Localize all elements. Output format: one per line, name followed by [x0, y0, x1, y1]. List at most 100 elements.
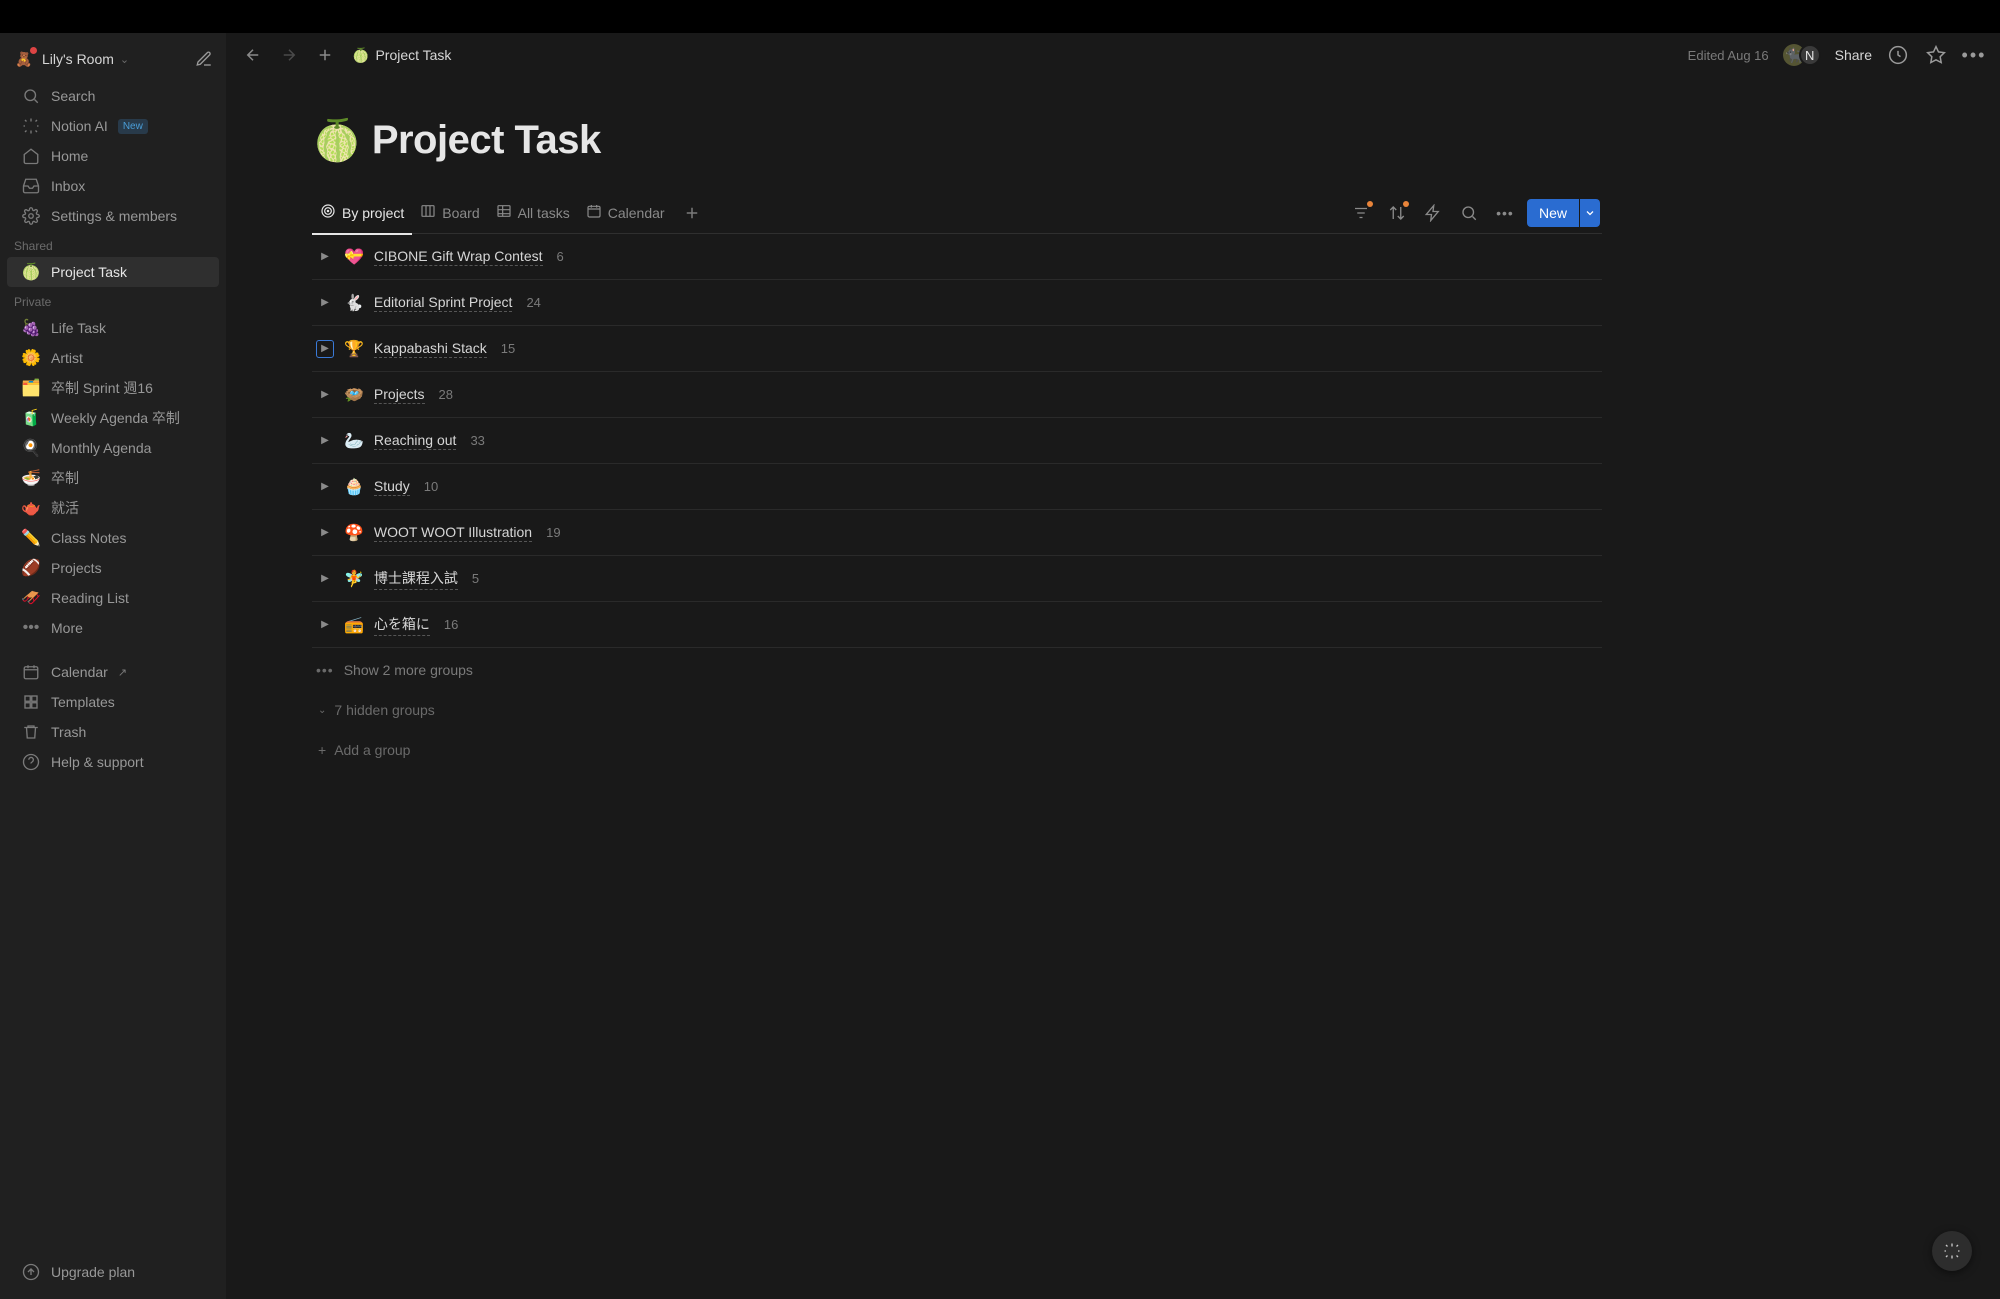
ai-fab-button[interactable] [1932, 1231, 1972, 1271]
sidebar-item-page[interactable]: 🏈Projects [7, 553, 219, 583]
sidebar-item-page[interactable]: 🧃Weekly Agenda 卒制 [7, 403, 219, 433]
sparkle-icon [21, 116, 41, 136]
chevron-down-icon: ⌄ [120, 53, 129, 66]
sidebar-item-page[interactable]: 🗂️卒制 Sprint 週16 [7, 373, 219, 403]
page-emoji-icon: 🛷 [21, 588, 41, 608]
share-button[interactable]: Share [1835, 47, 1872, 63]
filter-icon[interactable] [1347, 199, 1375, 227]
hidden-groups-label: 7 hidden groups [334, 702, 434, 718]
add-group-button[interactable]: + Add a group [312, 728, 1602, 768]
group-emoji-icon: 🍄 [344, 523, 364, 543]
sidebar-item-page[interactable]: 🌼Artist [7, 343, 219, 373]
sidebar-item-page[interactable]: 🍜卒制 [7, 463, 219, 493]
group-emoji-icon: 🪺 [344, 385, 364, 405]
tab-board[interactable]: Board [412, 192, 487, 234]
sidebar-item-page[interactable]: 🍇Life Task [7, 313, 219, 343]
search-icon[interactable] [1455, 199, 1483, 227]
group-row: ▶🧁Study10 [312, 464, 1602, 510]
upgrade-button[interactable]: Upgrade plan [7, 1257, 219, 1287]
group-name[interactable]: Editorial Sprint Project [374, 294, 513, 312]
group-count: 5 [472, 571, 479, 586]
more-icon[interactable]: ••• [1491, 199, 1519, 227]
star-icon[interactable] [1924, 43, 1948, 67]
group-toggle[interactable]: ▶ [316, 340, 334, 358]
tab-calendar[interactable]: Calendar [578, 192, 673, 234]
search-icon [21, 86, 41, 106]
group-toggle[interactable]: ▶ [316, 386, 334, 404]
group-name[interactable]: WOOT WOOT Illustration [374, 524, 532, 542]
new-button[interactable]: New [1527, 199, 1579, 227]
add-group-label: Add a group [334, 742, 410, 758]
more-icon[interactable]: ••• [1962, 43, 1986, 67]
more-icon: ••• [21, 618, 41, 638]
home-button[interactable]: Home [7, 141, 219, 171]
group-count: 24 [526, 295, 540, 310]
workspace-name: Lily's Room [42, 51, 114, 67]
group-toggle[interactable]: ▶ [316, 570, 334, 588]
automation-icon[interactable] [1419, 199, 1447, 227]
hidden-groups-toggle[interactable]: ⌄ 7 hidden groups [312, 692, 1602, 728]
templates-icon [21, 692, 41, 712]
calendar-link[interactable]: Calendar ↗ [7, 657, 219, 687]
sidebar-item-page[interactable]: 🫖就活 [7, 493, 219, 523]
group-row: ▶🪺Projects28 [312, 372, 1602, 418]
tab-all-tasks[interactable]: All tasks [488, 192, 578, 234]
sidebar-item-page[interactable]: 🛷Reading List [7, 583, 219, 613]
sidebar-item-label: Life Task [51, 320, 106, 336]
calendar-label: Calendar [51, 664, 108, 680]
group-row: ▶🍄WOOT WOOT Illustration19 [312, 510, 1602, 556]
group-toggle[interactable]: ▶ [316, 616, 334, 634]
sidebar-item-label: Artist [51, 350, 83, 366]
breadcrumb[interactable]: 🍈 Project Task [352, 47, 451, 64]
group-name[interactable]: Projects [374, 386, 425, 404]
tab-label: All tasks [518, 205, 570, 221]
sidebar-more-button[interactable]: ••• More [7, 613, 219, 643]
page-emoji-icon: 🏈 [21, 558, 41, 578]
sort-icon[interactable] [1383, 199, 1411, 227]
group-toggle[interactable]: ▶ [316, 524, 334, 542]
page-title[interactable]: Project Task [372, 118, 601, 163]
sidebar-item-project-task[interactable]: 🍈 Project Task [7, 257, 219, 287]
add-view-button[interactable] [679, 200, 705, 226]
inbox-label: Inbox [51, 178, 85, 194]
notion-ai-button[interactable]: Notion AI New [7, 111, 219, 141]
board-icon [420, 203, 436, 222]
help-link[interactable]: Help & support [7, 747, 219, 777]
group-toggle[interactable]: ▶ [316, 478, 334, 496]
group-name[interactable]: Kappabashi Stack [374, 340, 487, 358]
tab-by-project[interactable]: By project [312, 192, 412, 234]
compose-button[interactable] [192, 47, 216, 71]
presence-avatars[interactable]: 🐈‍⬛ N [1783, 44, 1821, 66]
group-name[interactable]: Reaching out [374, 432, 457, 450]
page-emoji-icon: 🫖 [21, 498, 41, 518]
sidebar-item-label: 卒制 Sprint 週16 [51, 378, 153, 398]
sidebar-item-page[interactable]: 🍳Monthly Agenda [7, 433, 219, 463]
nav-back-button[interactable] [240, 42, 266, 68]
group-name[interactable]: CIBONE Gift Wrap Contest [374, 248, 543, 266]
sidebar-item-label: Weekly Agenda 卒制 [51, 408, 180, 428]
search-button[interactable]: Search [7, 81, 219, 111]
group-name[interactable]: 博士課程入試 [374, 568, 458, 590]
group-toggle[interactable]: ▶ [316, 432, 334, 450]
sidebar: 🧸 Lily's Room ⌄ Search Notion AI New Hom… [0, 33, 226, 1299]
group-toggle[interactable]: ▶ [316, 248, 334, 266]
group-toggle[interactable]: ▶ [316, 294, 334, 312]
group-emoji-icon: 🧁 [344, 477, 364, 497]
new-tab-button[interactable] [312, 42, 338, 68]
sidebar-item-page[interactable]: ✏️Class Notes [7, 523, 219, 553]
page-emoji[interactable]: 🍈 [312, 117, 362, 164]
nav-forward-button[interactable] [276, 42, 302, 68]
home-label: Home [51, 148, 88, 164]
group-name[interactable]: 心を箱に [374, 614, 430, 636]
clock-icon[interactable] [1886, 43, 1910, 67]
inbox-button[interactable]: Inbox [7, 171, 219, 201]
new-button-dropdown[interactable] [1580, 199, 1600, 227]
templates-link[interactable]: Templates [7, 687, 219, 717]
calendar-icon [586, 203, 602, 222]
settings-button[interactable]: Settings & members [7, 201, 219, 231]
show-more-groups[interactable]: ••• Show 2 more groups [312, 648, 1602, 692]
group-emoji-icon: 🏆 [344, 339, 364, 359]
group-name[interactable]: Study [374, 478, 410, 496]
trash-link[interactable]: Trash [7, 717, 219, 747]
workspace-switcher[interactable]: 🧸 Lily's Room ⌄ [0, 41, 226, 81]
